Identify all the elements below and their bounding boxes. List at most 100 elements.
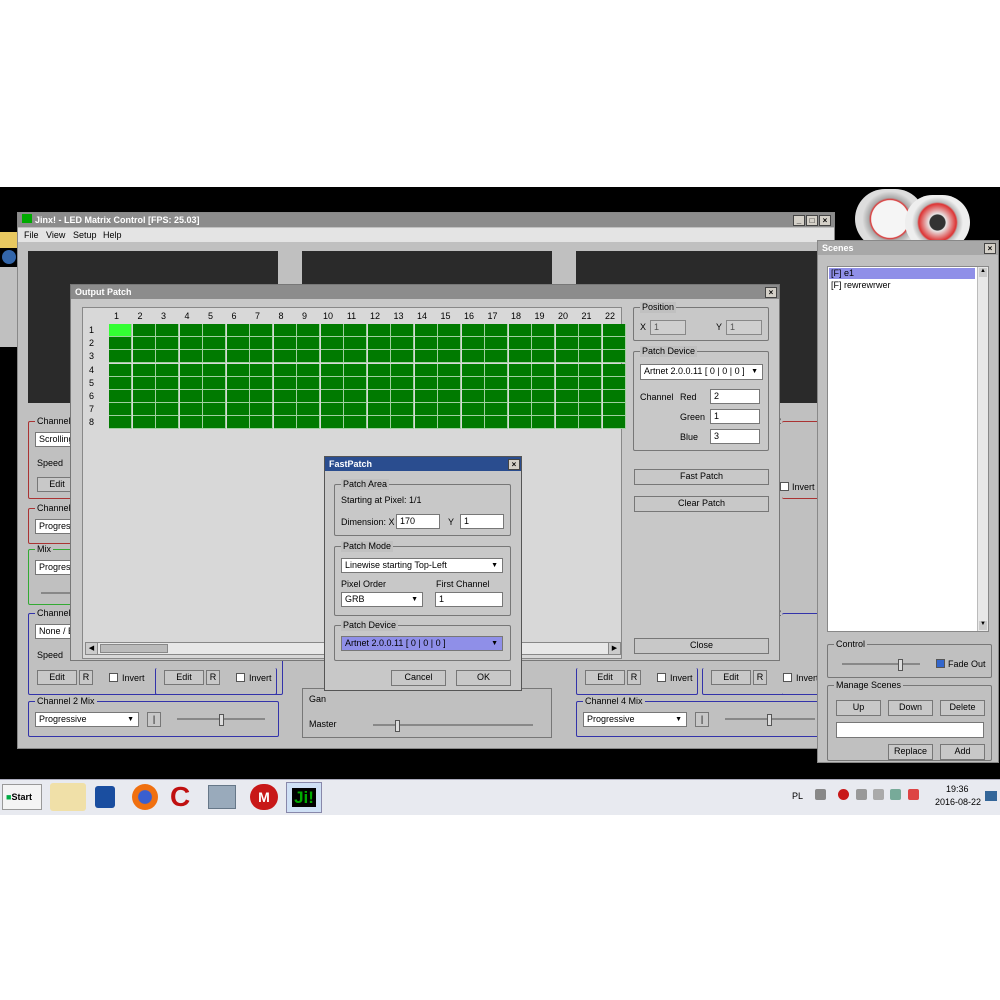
scene-up-button[interactable]: Up — [836, 700, 881, 716]
security-icon[interactable] — [908, 789, 919, 800]
patch-cell[interactable] — [555, 390, 579, 403]
patch-cell[interactable] — [179, 376, 203, 390]
patch-cell[interactable] — [273, 363, 297, 377]
patch-cell[interactable] — [485, 337, 508, 351]
patch-cell[interactable] — [179, 390, 203, 403]
maximize-button[interactable]: □ — [806, 215, 818, 226]
patch-cell[interactable] — [602, 390, 626, 403]
patch-cell[interactable] — [109, 416, 132, 430]
patch-cell[interactable] — [367, 403, 391, 417]
patch-cell[interactable] — [391, 337, 414, 351]
green-channel-field[interactable]: 1 — [710, 409, 760, 424]
patch-cell[interactable] — [579, 416, 602, 430]
patch-cell[interactable] — [297, 403, 320, 417]
patch-cell[interactable] — [203, 337, 226, 351]
patch-cell[interactable] — [156, 337, 179, 351]
patch-cell[interactable] — [109, 376, 132, 390]
menu-help[interactable]: Help — [103, 230, 122, 241]
patch-cell[interactable] — [226, 350, 250, 364]
patch-cell[interactable] — [391, 416, 414, 430]
patch-cell[interactable] — [344, 324, 367, 337]
patch-cell[interactable] — [438, 324, 461, 337]
scroll-up-icon[interactable]: ▲ — [979, 268, 987, 277]
patch-cell[interactable] — [485, 363, 508, 377]
patch-cell[interactable] — [320, 416, 344, 430]
mega-tray-icon[interactable] — [838, 789, 849, 800]
patch-cell[interactable] — [156, 324, 179, 337]
language-indicator[interactable]: PL — [792, 791, 803, 802]
close-patch-button[interactable]: Close — [634, 638, 769, 654]
patch-cell[interactable] — [555, 416, 579, 430]
patch-cell[interactable] — [532, 390, 555, 403]
patch-cell[interactable] — [297, 350, 320, 364]
patch-cell[interactable] — [179, 363, 203, 377]
channel-2-edit-button[interactable]: Edit — [37, 670, 77, 685]
patch-cell[interactable] — [461, 337, 485, 351]
mega-taskbar-icon[interactable]: M — [250, 784, 278, 810]
patch-cell[interactable] — [438, 416, 461, 430]
patch-cell[interactable] — [555, 376, 579, 390]
patch-cell[interactable] — [391, 363, 414, 377]
patch-cell[interactable] — [508, 350, 532, 364]
patch-cell[interactable] — [250, 390, 273, 403]
battery-icon[interactable] — [890, 789, 901, 800]
patch-cell[interactable] — [320, 376, 344, 390]
patch-cell[interactable] — [532, 324, 555, 337]
patch-grid[interactable] — [109, 324, 626, 430]
patch-cell[interactable] — [461, 350, 485, 364]
patch-cell[interactable] — [367, 390, 391, 403]
patch-cell[interactable] — [156, 363, 179, 377]
patch-cell[interactable] — [555, 324, 579, 337]
clock-date[interactable]: 2016-08-22 — [935, 797, 981, 808]
patch-cell[interactable] — [367, 376, 391, 390]
patch-cell[interactable] — [344, 350, 367, 364]
patch-cell[interactable] — [391, 324, 414, 337]
patch-cell[interactable] — [438, 376, 461, 390]
patch-cell[interactable] — [297, 390, 320, 403]
channel-2-invert-checkbox[interactable] — [109, 673, 118, 682]
patch-cell[interactable] — [320, 403, 344, 417]
patch-cell[interactable] — [132, 416, 156, 430]
patch-cell[interactable] — [485, 416, 508, 430]
patch-cell[interactable] — [391, 403, 414, 417]
menu-view[interactable]: View — [46, 230, 65, 241]
patch-cell[interactable] — [320, 390, 344, 403]
explorer-taskbar-icon[interactable] — [50, 783, 86, 811]
scene-name-field[interactable] — [836, 722, 984, 738]
patch-cell[interactable] — [297, 363, 320, 377]
patch-cell[interactable] — [555, 363, 579, 377]
patch-cell[interactable] — [485, 390, 508, 403]
patch-cell[interactable] — [438, 403, 461, 417]
patch-cell[interactable] — [179, 416, 203, 430]
patch-cell[interactable] — [555, 350, 579, 364]
patch-cell[interactable] — [414, 390, 438, 403]
channel-3-edit-button[interactable]: Edit — [585, 670, 625, 685]
patch-cell[interactable] — [532, 363, 555, 377]
patch-cell[interactable] — [602, 403, 626, 417]
patch-cell[interactable] — [320, 337, 344, 351]
patch-cell[interactable] — [132, 390, 156, 403]
channel-3-invert-checkbox-2[interactable] — [657, 673, 666, 682]
show-desktop-icon[interactable] — [985, 791, 997, 801]
patch-cell[interactable] — [461, 324, 485, 337]
channel-4-edit-button[interactable]: Edit — [711, 670, 751, 685]
patch-mode-select[interactable]: Linewise starting Top-Left ▼ — [341, 558, 503, 573]
patch-cell[interactable] — [508, 324, 532, 337]
dimension-x-field[interactable]: 170 — [396, 514, 440, 529]
patch-cell[interactable] — [532, 403, 555, 417]
patch-cell[interactable] — [508, 390, 532, 403]
patch-cell[interactable] — [226, 403, 250, 417]
patch-cell[interactable] — [226, 416, 250, 430]
patch-cell[interactable] — [508, 403, 532, 417]
pixel-order-select[interactable]: GRB ▼ — [341, 592, 423, 607]
patch-cell[interactable] — [532, 337, 555, 351]
patch-cell[interactable] — [579, 337, 602, 351]
patch-cell[interactable] — [203, 363, 226, 377]
patch-cell[interactable] — [367, 350, 391, 364]
fade-out-checkbox[interactable] — [936, 659, 945, 668]
patch-cell[interactable] — [297, 376, 320, 390]
patch-cell[interactable] — [226, 363, 250, 377]
patch-cell[interactable] — [602, 324, 626, 337]
patch-cell[interactable] — [344, 390, 367, 403]
scenes-scrollbar[interactable]: ▲ ▼ — [977, 267, 988, 631]
